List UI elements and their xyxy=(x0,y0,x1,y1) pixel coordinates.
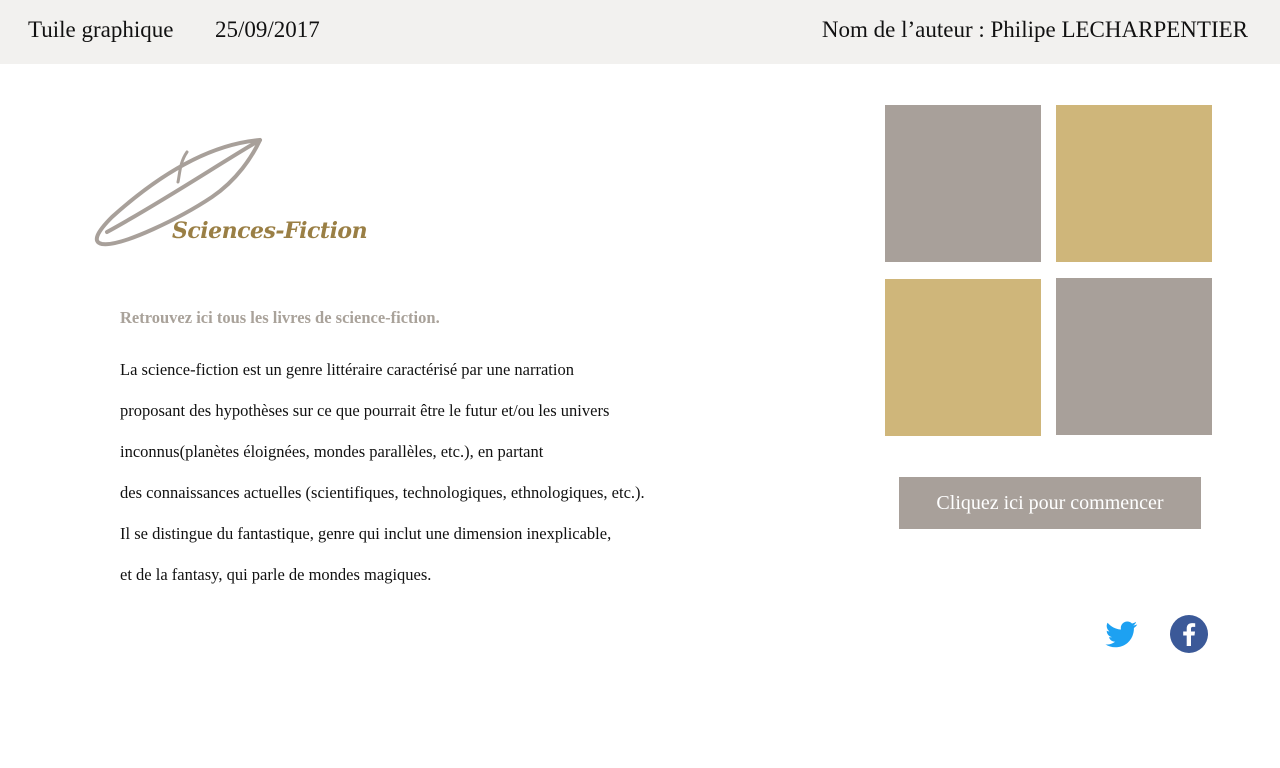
twitter-icon[interactable] xyxy=(1101,614,1141,654)
start-button[interactable]: Cliquez ici pour commencer xyxy=(899,477,1201,529)
description-line: Il se distingue du fantastique, genre qu… xyxy=(120,524,612,543)
facebook-icon[interactable] xyxy=(1169,614,1209,654)
intro-heading: Retrouvez ici tous les livres de science… xyxy=(120,308,440,327)
description-line: proposant des hypothèses sur ce que pour… xyxy=(120,401,610,420)
tile-top-right[interactable] xyxy=(1056,105,1212,262)
description: La science-fiction est un genre littérai… xyxy=(120,349,740,595)
description-line: inconnus(planètes éloignées, mondes para… xyxy=(120,442,544,461)
tile-bottom-left[interactable] xyxy=(885,279,1041,436)
tile-bottom-right[interactable] xyxy=(1056,278,1212,435)
tile-top-left[interactable] xyxy=(885,105,1041,262)
description-line: La science-fiction est un genre littérai… xyxy=(120,360,574,379)
description-line: et de la fantasy, qui parle de mondes ma… xyxy=(120,565,432,584)
page-date: 25/09/2017 xyxy=(215,17,320,42)
description-line: des connaissances actuelles (scientifiqu… xyxy=(120,483,645,502)
top-bar: Tuile graphique 25/09/2017 Nom de l’aute… xyxy=(0,0,1280,64)
logo-text: Sciences-Fiction xyxy=(172,218,368,244)
author-name: Nom de l’auteur : Philipe LECHARPENTIER xyxy=(821,17,1248,42)
page-title: Tuile graphique xyxy=(28,17,174,42)
